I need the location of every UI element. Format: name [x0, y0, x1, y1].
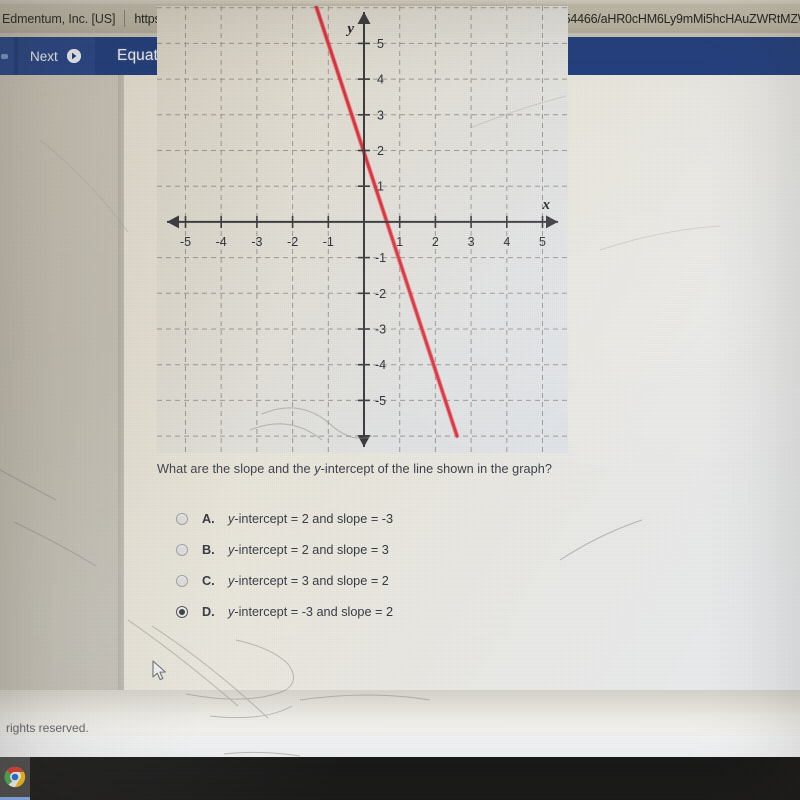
- xtick-1: 1: [396, 235, 403, 249]
- arrow-right-circle-icon: [66, 49, 81, 63]
- ytick--5: -5: [375, 394, 386, 408]
- x-axis-right-arrow: [546, 215, 558, 229]
- answer-option-d[interactable]: D. y-intercept = -3 and slope = 2: [176, 596, 606, 627]
- option-letter-a: A.: [202, 511, 215, 526]
- radio-button-d[interactable]: [176, 605, 188, 618]
- xtick--2: -2: [287, 235, 298, 249]
- ytick-2: 2: [377, 144, 384, 158]
- xtick--3: -3: [251, 235, 262, 249]
- ytick--1: -1: [375, 251, 386, 265]
- xtick-2: 2: [432, 235, 439, 249]
- question-text: What are the slope and the y-intercept o…: [157, 462, 657, 476]
- axes: [167, 12, 558, 447]
- y-axis-label: y: [345, 21, 354, 37]
- option-text-a: y-intercept = 2 and slope = -3: [228, 512, 393, 526]
- option-c-body: -intercept = 3 and slope = 2: [234, 573, 389, 588]
- ytick--2: -2: [375, 287, 386, 301]
- ytick--3: -3: [375, 323, 386, 337]
- option-d-body: -intercept = -3 and slope = 2: [234, 604, 394, 619]
- xtick-4: 4: [503, 235, 510, 249]
- x-axis-left-arrow: [167, 215, 179, 229]
- radio-button-b[interactable]: [176, 543, 188, 556]
- grid-lines: [157, 6, 568, 453]
- xtick-3: 3: [468, 235, 475, 249]
- copyright-text: rights reserved.: [6, 721, 89, 735]
- photographed-screen: Edmentum, Inc. [US] https://f2.app.edmen…: [0, 0, 800, 800]
- ytick-5: 5: [377, 37, 384, 51]
- option-a-body: -intercept = 2 and slope = -3: [234, 511, 394, 526]
- coordinate-graph: -5 -4 -3 -2 -1 1 2 3 4 5 5 4 3 2 1 -1 -2…: [157, 6, 568, 453]
- option-letter-d: D.: [202, 604, 215, 619]
- xtick--4: -4: [216, 235, 227, 249]
- option-b-body: -intercept = 2 and slope = 3: [234, 542, 389, 557]
- site-identity-label: Edmentum, Inc. [US]: [2, 11, 116, 26]
- option-letter-c: C.: [202, 573, 215, 588]
- ytick--4: -4: [375, 358, 386, 372]
- taskbar-chrome-button[interactable]: [0, 757, 30, 800]
- xtick--1: -1: [323, 235, 334, 249]
- y-axis-top-arrow: [357, 12, 371, 24]
- answer-option-b[interactable]: B. y-intercept = 2 and slope = 3: [176, 534, 606, 565]
- previous-button-partial[interactable]: [1, 54, 8, 59]
- next-button-label: Next: [30, 48, 58, 64]
- address-bar-divider: [124, 10, 126, 27]
- next-button[interactable]: Next: [18, 37, 95, 75]
- footer-strip: [0, 690, 800, 714]
- answer-option-a[interactable]: A. y-intercept = 2 and slope = -3: [176, 503, 606, 534]
- answer-option-c[interactable]: C. y-intercept = 3 and slope = 2: [176, 565, 606, 596]
- os-taskbar: [0, 757, 800, 800]
- option-letter-b: B.: [202, 542, 215, 557]
- ytick-1: 1: [377, 180, 384, 194]
- option-text-c: y-intercept = 3 and slope = 2: [228, 574, 389, 588]
- radio-button-a[interactable]: [176, 512, 188, 525]
- header-left-edge: [0, 37, 14, 75]
- question-prefix: What are the slope and the: [157, 462, 315, 476]
- xtick--5: -5: [180, 235, 191, 249]
- ytick-4: 4: [377, 73, 384, 87]
- x-axis-label: x: [542, 197, 551, 213]
- graph-svg: -5 -4 -3 -2 -1 1 2 3 4 5 5 4 3 2 1 -1 -2…: [157, 6, 568, 453]
- footer-white-band: [0, 736, 800, 758]
- answer-options: A. y-intercept = 2 and slope = -3 B. y-i…: [176, 503, 606, 627]
- radio-button-c[interactable]: [176, 574, 188, 587]
- ytick-3: 3: [377, 108, 384, 122]
- xtick-5: 5: [539, 235, 546, 249]
- question-suffix: -intercept of the line shown in the grap…: [320, 462, 552, 476]
- chrome-icon: [4, 766, 26, 788]
- y-axis-bottom-arrow: [357, 435, 371, 447]
- option-text-d: y-intercept = -3 and slope = 2: [228, 605, 393, 619]
- option-text-b: y-intercept = 2 and slope = 3: [228, 543, 389, 557]
